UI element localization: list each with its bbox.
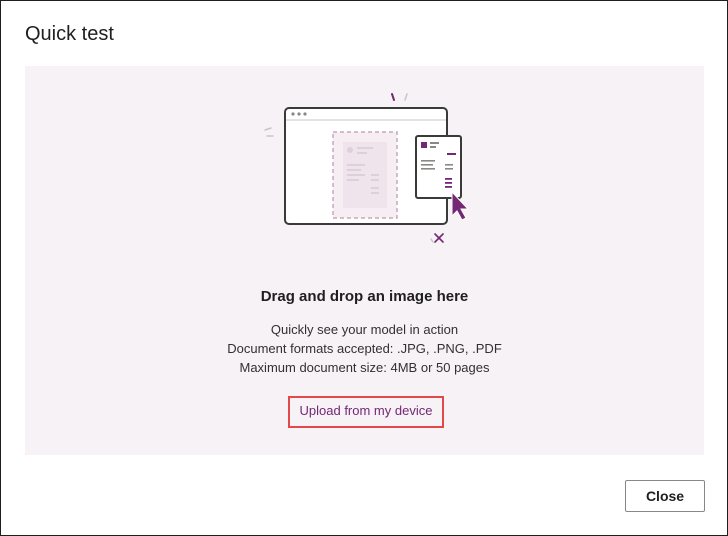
instruction-line: Quickly see your model in action (270, 322, 459, 337)
close-button[interactable]: Close (625, 480, 705, 512)
drag-drop-illustration-icon (264, 93, 470, 243)
drop-instructions: Quickly see your model in action Documen… (25, 320, 704, 377)
instruction-line: Document formats accepted: .JPG, .PNG, .… (227, 341, 502, 356)
upload-from-device-link[interactable]: Upload from my device (288, 396, 444, 428)
quick-test-dialog: Quick test Drag and drop an image here Q… (0, 0, 728, 536)
dialog-title: Quick test (25, 23, 114, 45)
drop-zone[interactable]: Drag and drop an image here Quickly see … (25, 66, 704, 455)
instruction-line: Maximum document size: 4MB or 50 pages (239, 360, 490, 375)
drop-heading: Drag and drop an image here (260, 288, 469, 305)
